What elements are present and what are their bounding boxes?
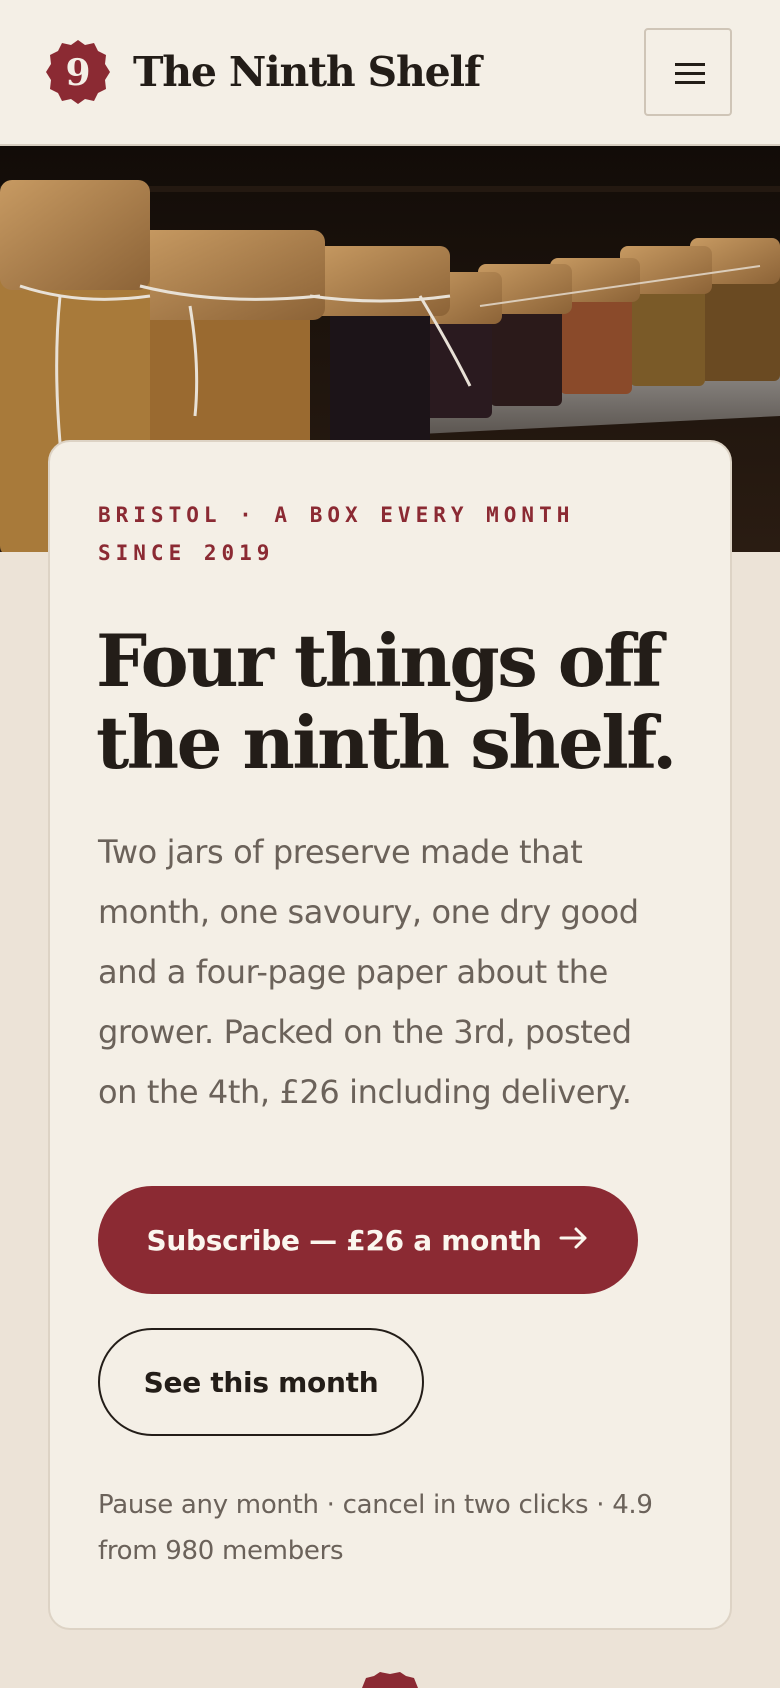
arrow-right-icon <box>559 1224 589 1257</box>
logo-glyph: 9 <box>65 52 90 94</box>
eyebrow-text: Bristol · A box every month since 2019 <box>98 503 575 565</box>
menu-button[interactable] <box>644 28 732 116</box>
page-headline: Four things off the ninth shelf. <box>96 618 677 785</box>
site-header: 9 The Ninth Shelf <box>0 0 780 146</box>
fine-print-text: Pause any month · cancel in two clicks ·… <box>98 1490 653 1566</box>
subscribe-button[interactable]: Subscribe — £26 a month <box>98 1186 638 1294</box>
hero-card: Bristol · A box every month since 2019 F… <box>48 440 732 1630</box>
see-this-month-label: See this month <box>143 1365 379 1399</box>
lede-paragraph: Two jars of preserve made that month, on… <box>98 833 639 1111</box>
seal-icon <box>352 1672 428 1688</box>
subscribe-button-label: Subscribe — £26 a month <box>146 1223 542 1257</box>
logo-badge-icon[interactable]: 9 <box>44 38 112 106</box>
see-this-month-button[interactable]: See this month <box>98 1328 424 1436</box>
brand-name[interactable]: The Ninth Shelf <box>133 44 481 100</box>
